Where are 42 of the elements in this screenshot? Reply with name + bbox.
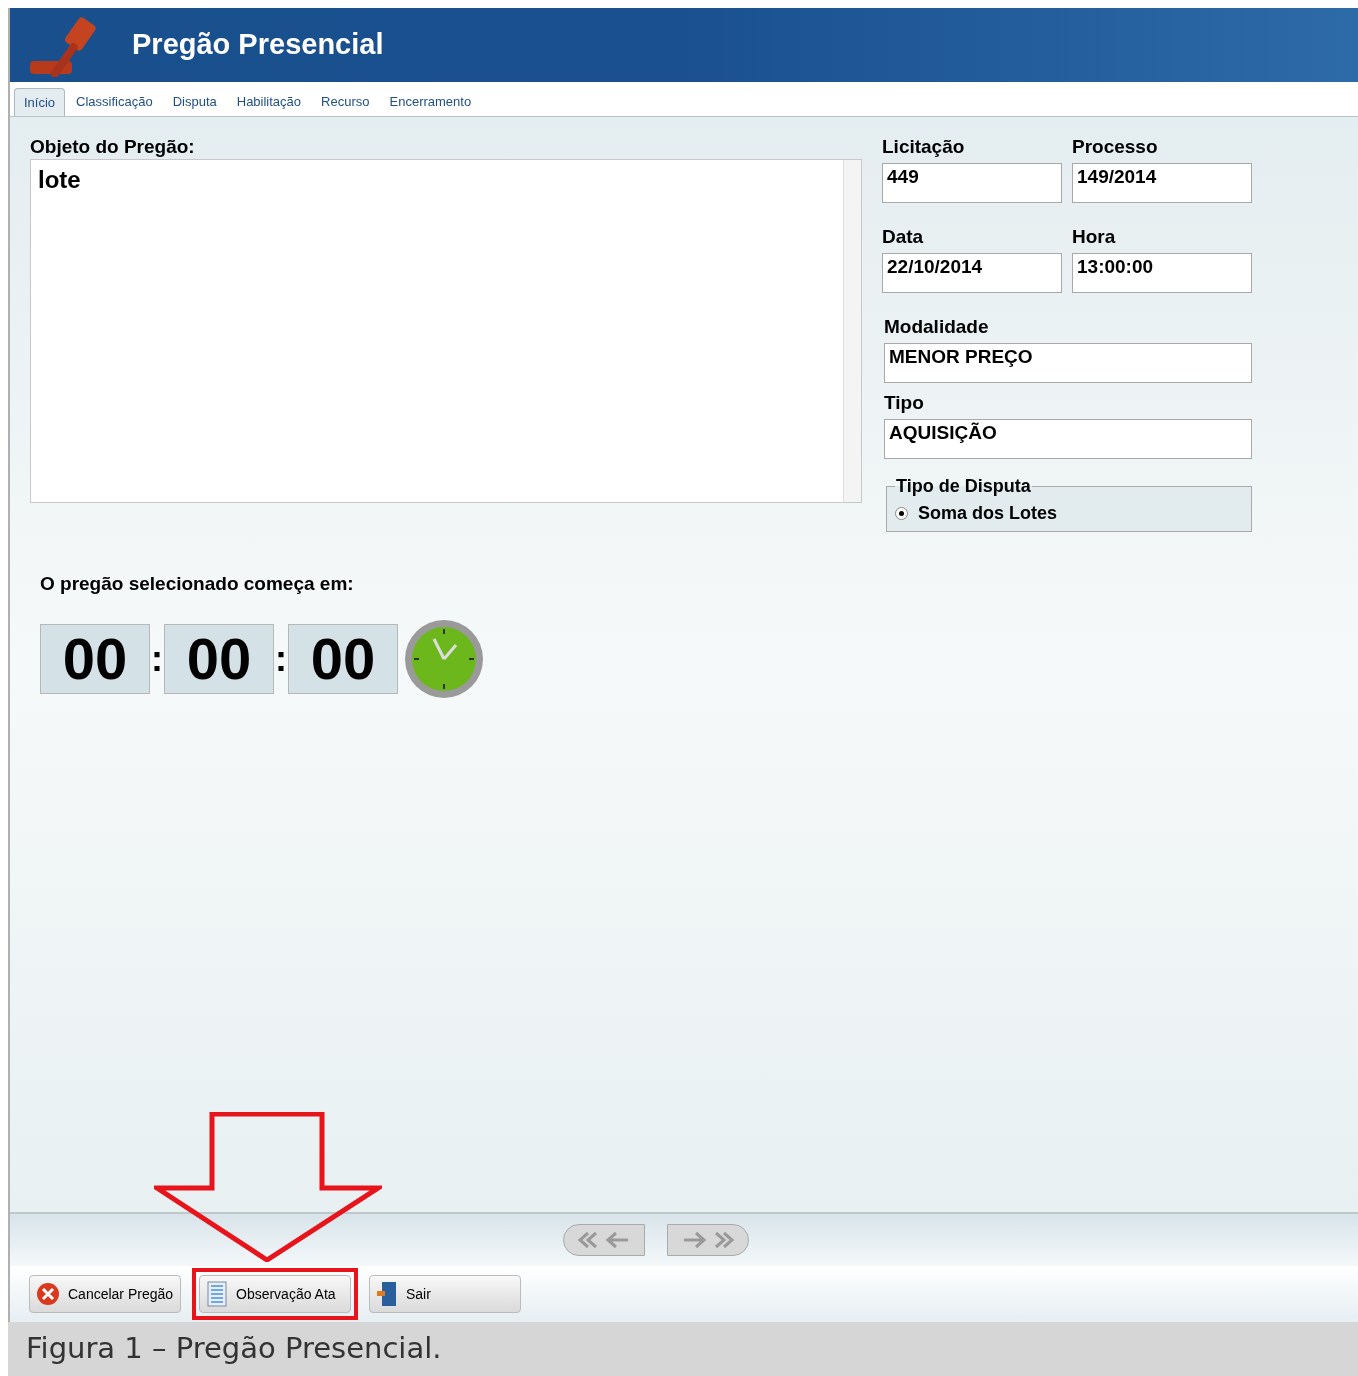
- field-label: Objeto do Pregão:: [30, 135, 196, 159]
- text-area[interactable]: lote: [30, 159, 862, 503]
- scrollbar[interactable]: [843, 160, 861, 502]
- next-button[interactable]: [667, 1224, 749, 1256]
- text-field[interactable]: 149/2014: [1072, 163, 1252, 203]
- countdown-label: O pregão selecionado começa em:: [40, 573, 354, 594]
- time-display: 00: [164, 623, 274, 694]
- tab[interactable]: Encerramento: [380, 88, 481, 116]
- clock-icon: [404, 618, 484, 699]
- field-label: Tipo: [884, 391, 925, 415]
- text-field[interactable]: 22/10/2014: [882, 253, 1062, 293]
- notepad-icon: [206, 1281, 228, 1307]
- door-icon: [376, 1281, 398, 1307]
- figure-caption: Figura 1 – Pregão Presencial.: [26, 1330, 442, 1368]
- field-label: Processo: [1072, 135, 1159, 159]
- text-field[interactable]: AQUISIÇÃO: [884, 419, 1252, 459]
- field-label: Data: [882, 225, 925, 249]
- group-legend: Tipo de Disputa: [895, 473, 1032, 500]
- time-separator: :: [274, 636, 288, 681]
- field-label: Licitação: [882, 135, 966, 159]
- time-display: 00: [288, 623, 398, 694]
- tab[interactable]: Habilitação: [227, 88, 311, 116]
- window-title: Pregão Presencial: [132, 27, 384, 63]
- radio-label: Soma dos Lotes: [918, 502, 1058, 525]
- field-label: Hora: [1072, 225, 1117, 249]
- previous-button[interactable]: [563, 1224, 645, 1256]
- radio-button[interactable]: [895, 507, 908, 520]
- time-display: 00: [40, 623, 150, 694]
- toolbar-button[interactable]: Observação Ata: [199, 1275, 351, 1313]
- toolbar-button[interactable]: Cancelar Pregão: [29, 1275, 181, 1313]
- text-value: lote: [38, 165, 82, 195]
- text-field[interactable]: 449: [882, 163, 1062, 203]
- text-field[interactable]: MENOR PREÇO: [884, 343, 1252, 383]
- tab[interactable]: Classificação: [67, 88, 162, 116]
- tab[interactable]: Recurso: [312, 88, 379, 116]
- text-field[interactable]: 13:00:00: [1072, 253, 1252, 293]
- tab[interactable]: Início: [14, 88, 66, 116]
- toolbar-button[interactable]: Sair: [369, 1275, 521, 1313]
- close-icon: [36, 1282, 60, 1306]
- time-separator: :: [150, 636, 164, 681]
- field-label: Modalidade: [884, 315, 990, 339]
- tab[interactable]: Disputa: [163, 88, 226, 116]
